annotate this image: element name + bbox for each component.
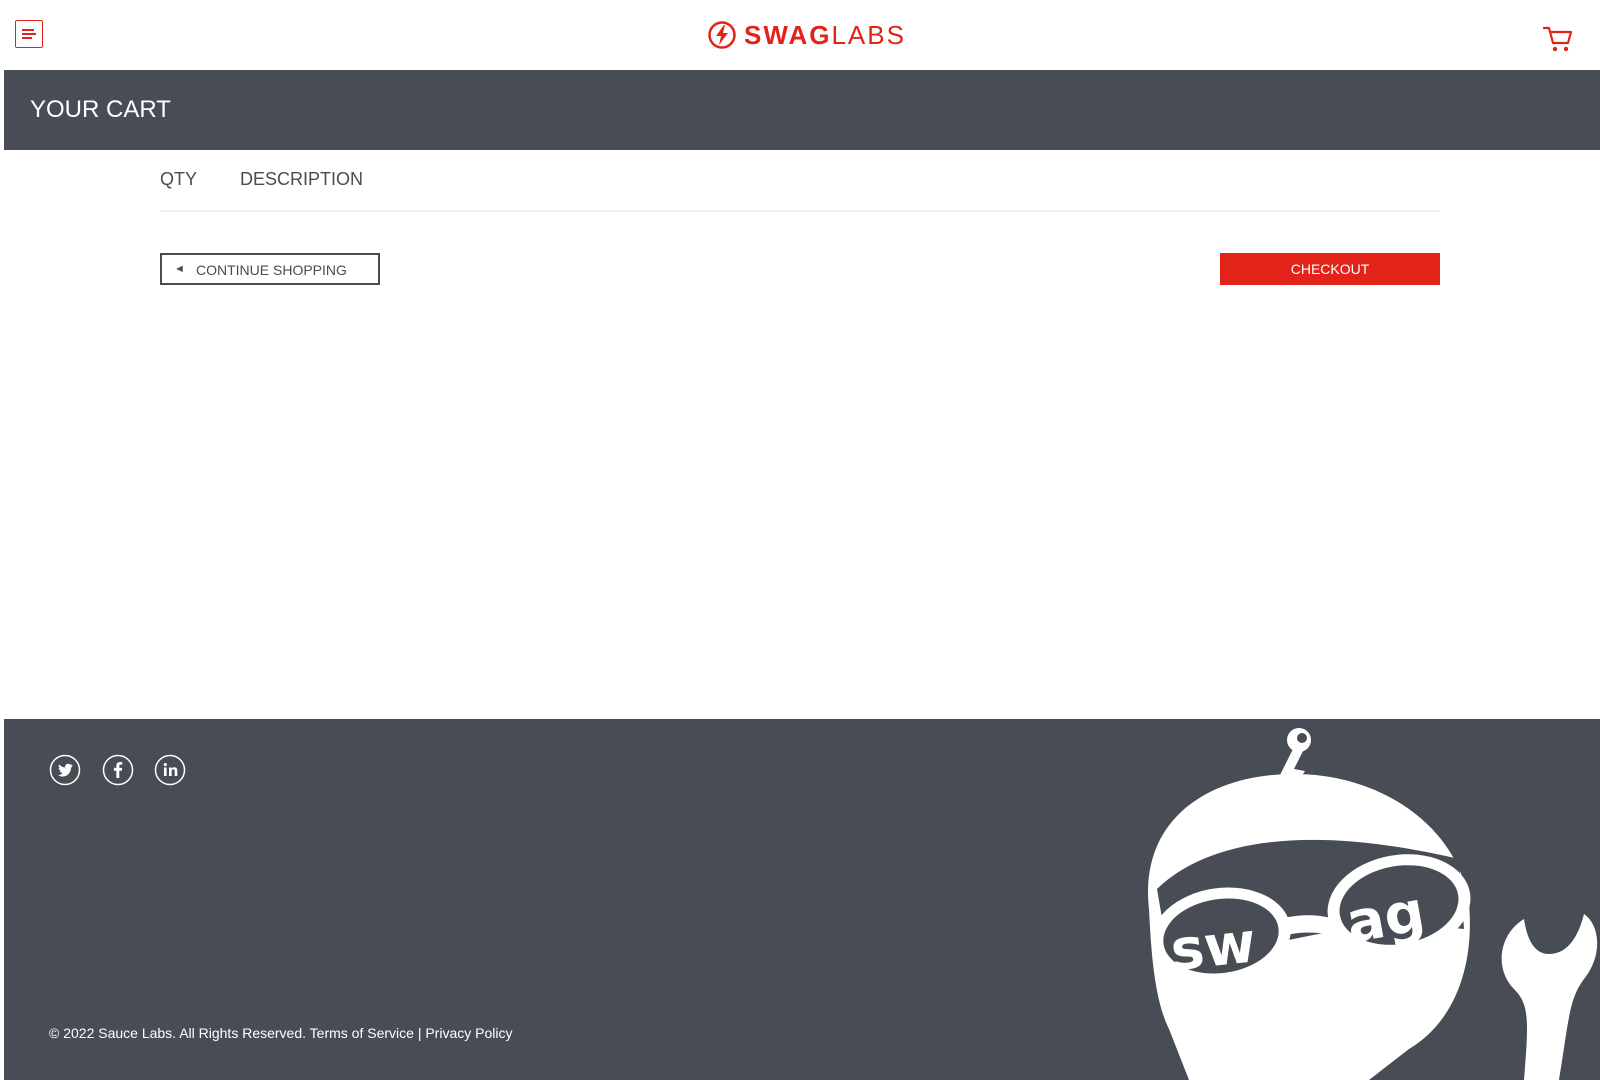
copyright-text: © 2022 Sauce Labs. All Rights Reserved. [49, 1025, 307, 1041]
footer-copyright: © 2022 Sauce Labs. All Rights Reserved. … [49, 1024, 512, 1042]
linkedin-icon [154, 754, 186, 786]
shopping-cart-link[interactable] [1542, 24, 1574, 54]
logo-swag: SWAG [744, 20, 832, 50]
cart-page: SWAGLABS YOUR CART QTY DESCRIPTION ◄ CON… [0, 0, 1600, 1080]
linkedin-link[interactable] [154, 754, 186, 786]
twitter-link[interactable] [49, 754, 81, 786]
footer-separator: | [417, 1025, 422, 1041]
hamburger-menu-icon [22, 29, 34, 31]
twitter-icon [49, 754, 81, 786]
menu-button[interactable] [15, 20, 43, 48]
swag-robot-mascot-image: sw ag [1148, 728, 1598, 1080]
facebook-link[interactable] [102, 754, 134, 786]
cart-list-header: QTY DESCRIPTION [160, 168, 1440, 212]
checkout-button[interactable]: CHECKOUT [1220, 253, 1440, 285]
lightning-bolt-icon [708, 21, 736, 49]
hamburger-menu-icon-line [22, 37, 32, 39]
primary-header: SWAGLABS [0, 0, 1600, 69]
description-column-label: DESCRIPTION [240, 169, 364, 189]
page-title: YOUR CART [30, 96, 171, 123]
qty-column-label: QTY [160, 169, 198, 189]
hamburger-menu-icon-line [22, 33, 36, 35]
continue-shopping-button[interactable]: ◄ CONTINUE SHOPPING [160, 253, 380, 285]
continue-shopping-label: CONTINUE SHOPPING [196, 262, 347, 278]
logo-labs: LABS [831, 20, 906, 50]
logo-text: SWAGLABS [744, 20, 906, 50]
terms-of-service-link[interactable]: Terms of Service [310, 1025, 414, 1041]
footer: © 2022 Sauce Labs. All Rights Reserved. … [4, 719, 1600, 1080]
shopping-cart-icon [1542, 26, 1573, 52]
privacy-policy-link[interactable]: Privacy Policy [425, 1025, 512, 1041]
secondary-header: YOUR CART [4, 70, 1600, 150]
app-logo: SWAGLABS [708, 20, 906, 50]
svg-text:ag: ag [1342, 879, 1430, 957]
svg-text:sw: sw [1168, 910, 1259, 984]
back-arrow-icon: ◄ [174, 263, 185, 275]
facebook-icon [102, 754, 134, 786]
